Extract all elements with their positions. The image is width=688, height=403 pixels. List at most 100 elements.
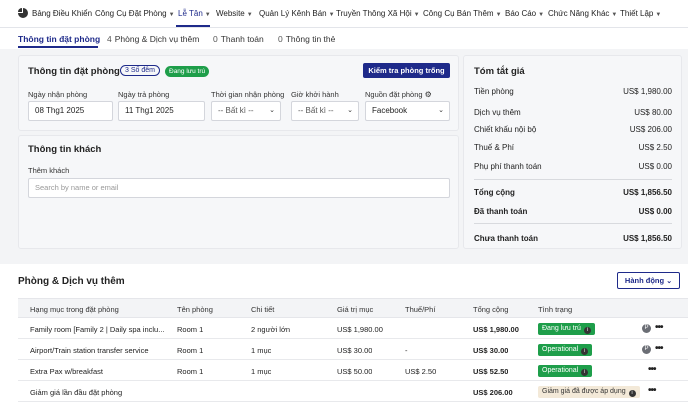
summary-value: US$ 2.50 <box>638 143 672 152</box>
column-header: Giá trị mục <box>337 305 374 314</box>
nav-social-media[interactable]: Truyền Thông Xã Hội ▼ <box>336 9 420 18</box>
column-header: Tổng cộng <box>473 305 509 314</box>
summary-value: US$ 80.00 <box>634 108 672 117</box>
summary-label: Tổng cộng <box>474 188 515 197</box>
summary-divider <box>474 179 672 180</box>
room-name: Room 1 <box>177 346 204 355</box>
tab-rooms-extras[interactable]: 4 Phòng & Dịch vụ thêm <box>107 34 199 44</box>
chevron-down-icon: ⌄ <box>347 107 353 114</box>
summary-title: Tóm tắt giá <box>474 66 525 77</box>
nav-upsell-tools[interactable]: Công Cụ Bán Thêm ▼ <box>423 9 502 18</box>
tag-icon[interactable]: P <box>642 324 651 333</box>
status-badge: Đang lưu trú i <box>538 323 595 335</box>
summary-divider <box>474 223 672 224</box>
tab-booking-info[interactable]: Thông tin đặt phòng <box>18 34 100 44</box>
nav-reports[interactable]: Báo Cáo ▼ <box>505 9 544 18</box>
summary-label: Đã thanh toán <box>474 207 528 216</box>
summary-label: Thuế & Phí <box>474 143 515 152</box>
nav-label: Báo Cáo <box>505 9 537 18</box>
item-total: US$ 52.50 <box>473 367 509 376</box>
summary-value: US$ 1,980.00 <box>623 87 672 96</box>
item-total: US$ 30.00 <box>473 346 509 355</box>
checkin-label: Ngày nhận phòng <box>28 90 88 99</box>
tab-card-info[interactable]: 0 Thông tin thẻ <box>278 34 335 44</box>
search-placeholder: Search by name or email <box>35 183 119 192</box>
price-summary-panel <box>463 55 682 249</box>
summary-row: Tiền phòng US$ 1,980.00 <box>474 87 672 96</box>
table-row[interactable]: Family room [Family 2 | Daily spa inclu.… <box>18 319 688 339</box>
field-value: -- Bất kì -- <box>218 106 254 115</box>
source-label: Nguồn đặt phòng ⚙ <box>365 90 432 99</box>
checkout-date-field[interactable]: 11 Thg1 2025 <box>118 101 205 121</box>
more-options-icon[interactable]: ••• <box>655 322 663 333</box>
nav-label: Công Cụ Bán Thêm <box>423 9 494 18</box>
chevron-down-icon: ▼ <box>495 12 502 18</box>
departure-time-select[interactable]: -- Bất kì -- ⌄ <box>291 101 359 121</box>
table-row[interactable]: Extra Pax w/breakfast Room 1 1 mục US$ 5… <box>18 361 688 381</box>
nav-active-underline <box>176 25 210 27</box>
rooms-section-title: Phòng & Dịch vụ thêm <box>18 276 125 287</box>
nights-badge: 3 Số đêm <box>120 65 160 76</box>
nav-website[interactable]: Website ▼ <box>216 9 253 18</box>
table-row[interactable]: Airport/Train station transfer service R… <box>18 340 688 360</box>
chevron-down-icon: ▼ <box>204 12 211 18</box>
checkin-date-field[interactable]: 08 Thg1 2025 <box>28 101 113 121</box>
nav-label: Website <box>216 9 245 18</box>
item-value: US$ 50.00 <box>337 367 373 376</box>
summary-value: US$ 0.00 <box>638 162 672 171</box>
gear-icon[interactable]: ⚙ <box>425 90 432 99</box>
status-text: Giảm giá đã được áp dụng <box>542 388 626 395</box>
chevron-down-icon: ▼ <box>413 12 420 18</box>
tab-count: 4 <box>107 34 112 44</box>
summary-label: Chiết khấu nội bộ <box>474 125 537 134</box>
actions-button[interactable]: Hành động ⌄ <box>617 272 680 289</box>
info-icon[interactable]: i <box>581 348 589 355</box>
more-options-icon[interactable]: ••• <box>655 343 663 354</box>
nav-dashboard[interactable]: Bảng Điều Khiển <box>32 9 92 18</box>
info-icon[interactable]: i <box>583 327 591 334</box>
item-value: US$ 1,980.00 <box>337 325 383 334</box>
nav-channel-manager[interactable]: Quản Lý Kênh Bán ▼ <box>259 9 335 18</box>
more-options-icon[interactable]: ••• <box>648 385 656 396</box>
guest-search-input[interactable]: Search by name or email <box>28 178 450 198</box>
chevron-down-icon: ⌄ <box>438 107 444 114</box>
check-availability-button[interactable]: Kiểm tra phòng trống <box>363 63 450 78</box>
nav-booking-engine[interactable]: Công Cụ Đặt Phòng ▼ <box>95 9 175 18</box>
nav-front-desk[interactable]: Lễ Tân ▼ <box>178 9 211 18</box>
info-icon[interactable]: i <box>628 390 636 397</box>
tab-count: 0 <box>213 34 218 44</box>
field-value: 08 Thg1 2025 <box>35 106 85 115</box>
info-icon[interactable]: i <box>581 369 589 376</box>
table-header: Hạng mục trong đặt phòng Tên phòng Chi t… <box>18 298 688 318</box>
chevron-down-icon: ▼ <box>538 12 545 18</box>
table-row[interactable]: Giảm giá lần đầu đặt phòng US$ 206.00 Gi… <box>18 382 688 402</box>
status-text: Operational <box>542 367 579 374</box>
source-label-text: Nguồn đặt phòng <box>365 90 423 99</box>
item-total: US$ 1,980.00 <box>473 325 519 334</box>
summary-label: Dịch vụ thêm <box>474 108 521 117</box>
tab-payments[interactable]: 0 Thanh toán <box>213 34 264 44</box>
summary-value: US$ 1,856.50 <box>623 234 672 243</box>
more-options-icon[interactable]: ••• <box>648 364 656 375</box>
summary-value: US$ 206.00 <box>629 125 672 134</box>
nav-settings[interactable]: Thiết Lập ▼ <box>620 9 661 18</box>
chevron-down-icon: ▼ <box>246 12 253 18</box>
arrival-time-select[interactable]: -- Bất kì -- ⌄ <box>211 101 281 121</box>
summary-label: Chưa thanh toán <box>474 234 539 243</box>
tag-icon[interactable]: P <box>642 345 651 354</box>
item-value: US$ 30.00 <box>337 346 373 355</box>
nav-other-functions[interactable]: Chức Năng Khác ▼ <box>548 9 617 18</box>
chevron-down-icon: ▼ <box>328 12 335 18</box>
guest-panel-title: Thông tin khách <box>28 144 102 155</box>
summary-row: Dịch vụ thêm US$ 80.00 <box>474 108 672 117</box>
booking-source-select[interactable]: Facebook ⌄ <box>365 101 450 121</box>
field-value: Facebook <box>372 106 408 115</box>
arrival-time-label: Thời gian nhận phòng <box>211 90 285 99</box>
summary-total-row: Tổng cộng US$ 1,856.50 <box>474 188 672 197</box>
top-navigation: Bảng Điều Khiển Công Cụ Đặt Phòng ▼ Lễ Tâ… <box>0 0 688 28</box>
item-name: Airport/Train station transfer service <box>30 346 149 355</box>
chevron-down-icon: ▼ <box>168 12 175 18</box>
column-header: Tình trạng <box>538 305 573 314</box>
item-name: Family room [Family 2 | Daily spa inclu.… <box>30 325 165 334</box>
nav-label: Công Cụ Đặt Phòng <box>95 9 167 18</box>
